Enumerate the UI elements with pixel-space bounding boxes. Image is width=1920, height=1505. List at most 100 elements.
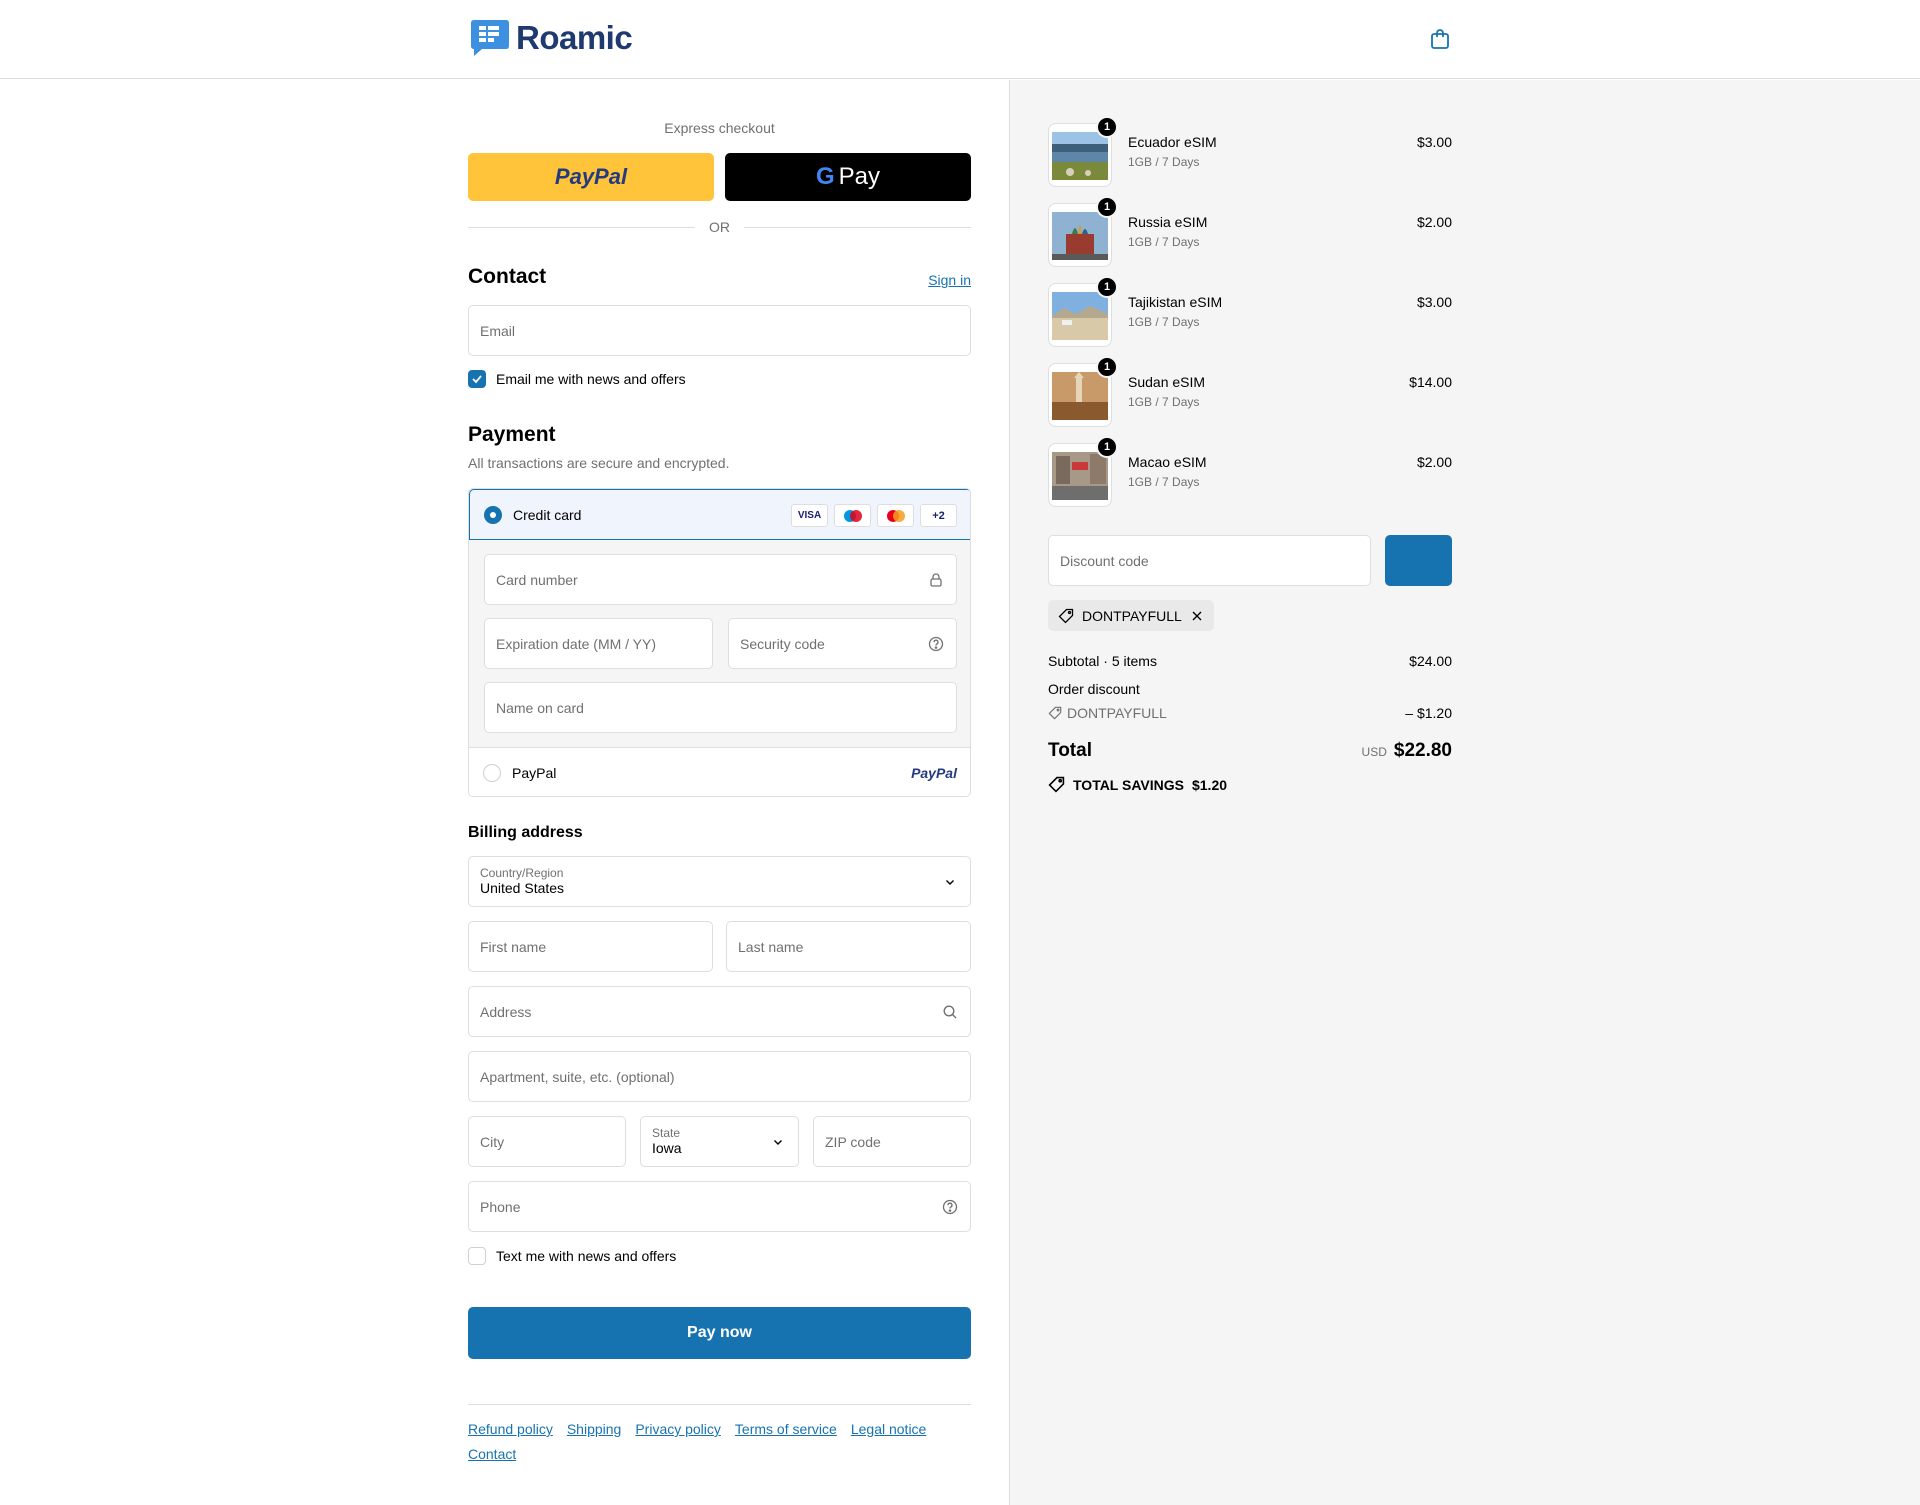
last-name-field[interactable]: Last name xyxy=(726,921,971,972)
email-placeholder: Email xyxy=(480,322,516,339)
expiration-date-field[interactable]: Expiration date (MM / YY) xyxy=(484,618,713,669)
credit-card-radio[interactable] xyxy=(484,505,502,524)
chevron-down-icon xyxy=(946,879,954,885)
city-field[interactable]: City xyxy=(468,1116,626,1167)
savings-value: $1.20 xyxy=(1191,776,1228,793)
item-price: $2.00 xyxy=(1416,454,1452,470)
line-item: 1 Ecuador eSIM 1GB / 7 Days $3.00 xyxy=(1048,116,1452,187)
item-price: $3.00 xyxy=(1416,294,1452,310)
close-icon[interactable] xyxy=(1190,609,1204,623)
help-circle-icon[interactable] xyxy=(942,1199,958,1215)
first-name-placeholder: First name xyxy=(480,938,547,955)
payment-methods: Credit card VISA +2 Card number Expirati… xyxy=(468,488,971,797)
paypal-logo: PayPal xyxy=(911,765,957,781)
roamic-logo-icon xyxy=(471,20,509,56)
text-news-label: Text me with news and offers xyxy=(496,1248,677,1264)
item-price: $3.00 xyxy=(1416,134,1452,150)
check-icon xyxy=(472,375,482,384)
paypal-radio[interactable] xyxy=(483,764,501,782)
item-variant: 1GB / 7 Days xyxy=(1128,395,1200,409)
address-field[interactable]: Address xyxy=(468,986,971,1037)
address-placeholder: Address xyxy=(480,1003,532,1020)
phone-placeholder: Phone xyxy=(480,1198,521,1215)
credit-card-option[interactable]: Credit card VISA +2 xyxy=(469,489,970,540)
state-select[interactable]: State Iowa xyxy=(640,1116,799,1167)
discount-code-row: DONTPAYFULL – $1.20 xyxy=(1048,705,1452,721)
card-number-placeholder: Card number xyxy=(496,571,578,588)
first-name-field[interactable]: First name xyxy=(468,921,713,972)
privacy-policy-link[interactable]: Privacy policy xyxy=(635,1421,721,1437)
paypal-option-label: PayPal xyxy=(512,765,557,781)
name-on-card-field[interactable]: Name on card xyxy=(484,682,957,733)
tag-icon xyxy=(1048,776,1065,793)
paypal-logo-text: PayPal xyxy=(554,164,628,189)
order-discount-row: Order discount xyxy=(1048,681,1452,697)
tajikistan-landscape-image xyxy=(1052,292,1108,340)
sudan-mosque-image xyxy=(1052,372,1108,420)
savings-label: TOTAL SAVINGS xyxy=(1073,776,1184,793)
shopping-bag-icon[interactable] xyxy=(1428,27,1452,51)
total-row: Total USD $22.80 xyxy=(1048,740,1452,762)
email-news-checkbox[interactable] xyxy=(468,370,486,388)
state-value: Iowa xyxy=(652,1140,682,1156)
email-news-checkbox-row[interactable]: Email me with news and offers xyxy=(468,370,686,388)
item-name: Ecuador eSIM xyxy=(1128,134,1217,150)
zip-code-field[interactable]: ZIP code xyxy=(813,1116,971,1167)
security-code-placeholder: Security code xyxy=(740,635,825,652)
refund-policy-link[interactable]: Refund policy xyxy=(468,1421,553,1437)
google-g-icon: G xyxy=(815,163,835,190)
paypal-express-button[interactable]: PayPal xyxy=(468,153,714,201)
contact-link[interactable]: Contact xyxy=(468,1446,516,1462)
zip-code-placeholder: ZIP code xyxy=(825,1133,881,1150)
name-on-card-placeholder: Name on card xyxy=(496,699,584,716)
express-checkout-title: Express checkout xyxy=(664,120,775,136)
quantity-badge: 1 xyxy=(1096,276,1118,298)
legal-notice-link[interactable]: Legal notice xyxy=(851,1421,927,1437)
apply-discount-button[interactable] xyxy=(1385,535,1452,586)
security-code-field[interactable]: Security code xyxy=(728,618,957,669)
line-item: 1 Russia eSIM 1GB / 7 Days $2.00 xyxy=(1048,196,1452,267)
email-field[interactable]: Email xyxy=(468,305,971,356)
pay-now-button[interactable]: Pay now xyxy=(468,1307,971,1359)
apartment-placeholder: Apartment, suite, etc. (optional) xyxy=(480,1068,675,1085)
discount-code-tag: DONTPAYFULL xyxy=(1048,705,1167,721)
brand-name: Roamic xyxy=(516,19,633,56)
google-pay-button[interactable]: G Pay xyxy=(725,153,971,201)
item-name: Tajikistan eSIM xyxy=(1128,294,1223,310)
state-label: State xyxy=(652,1126,681,1140)
item-price: $2.00 xyxy=(1416,214,1452,230)
country-select[interactable]: Country/Region United States xyxy=(468,856,971,907)
shipping-link[interactable]: Shipping xyxy=(567,1421,622,1437)
apartment-field[interactable]: Apartment, suite, etc. (optional) xyxy=(468,1051,971,1102)
item-variant: 1GB / 7 Days xyxy=(1128,475,1200,489)
russia-cathedral-image xyxy=(1052,212,1108,260)
or-label: OR xyxy=(709,219,730,235)
text-news-checkbox[interactable] xyxy=(468,1247,486,1265)
card-number-field[interactable]: Card number xyxy=(484,554,957,605)
sign-in-link[interactable]: Sign in xyxy=(928,272,971,288)
billing-address-title: Billing address xyxy=(468,824,583,841)
quantity-badge: 1 xyxy=(1096,196,1118,218)
applied-discount-code: DONTPAYFULL xyxy=(1082,607,1182,624)
discount-code-label: DONTPAYFULL xyxy=(1067,705,1167,721)
quantity-badge: 1 xyxy=(1096,436,1118,458)
credit-card-label: Credit card xyxy=(513,506,582,523)
email-news-label: Email me with news and offers xyxy=(496,371,686,387)
text-news-checkbox-row[interactable]: Text me with news and offers xyxy=(468,1247,676,1265)
total-amount: USD $22.80 xyxy=(1362,740,1452,762)
currency-code: USD xyxy=(1361,745,1387,759)
tag-icon xyxy=(1058,608,1074,623)
applied-discount-chip: DONTPAYFULL xyxy=(1048,600,1214,631)
phone-field[interactable]: Phone xyxy=(468,1181,971,1232)
maestro-icon xyxy=(834,504,871,527)
discount-code-input[interactable]: Discount code xyxy=(1048,535,1371,586)
line-item: 1 Macao eSIM 1GB / 7 Days $2.00 xyxy=(1048,436,1452,507)
payment-subtitle: All transactions are secure and encrypte… xyxy=(468,455,730,471)
discount-code-placeholder: Discount code xyxy=(1060,552,1149,569)
item-price: $14.00 xyxy=(1409,374,1452,390)
paypal-option[interactable]: PayPal PayPal xyxy=(469,747,970,796)
logo[interactable]: Roamic xyxy=(468,18,633,58)
terms-of-service-link[interactable]: Terms of service xyxy=(735,1421,837,1437)
help-circle-icon[interactable] xyxy=(928,636,944,652)
discount-value: – $1.20 xyxy=(1405,705,1452,721)
